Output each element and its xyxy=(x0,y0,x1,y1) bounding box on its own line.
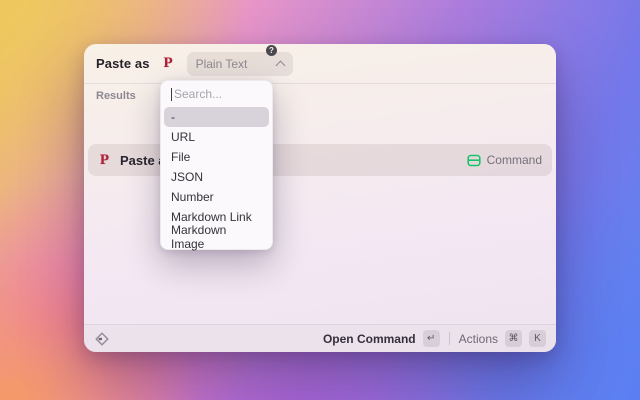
cmd-keycap: ⌘ xyxy=(505,330,522,347)
format-dropdown-value: Plain Text xyxy=(196,57,271,71)
help-badge-icon[interactable]: ? xyxy=(266,45,277,56)
accessory-label: Command xyxy=(487,153,542,167)
footer-divider xyxy=(449,332,450,345)
action-bar: Open Command ↵ Actions ⌘ K xyxy=(84,324,556,352)
open-command-button[interactable]: Open Command xyxy=(323,332,416,346)
raycast-logo-icon xyxy=(94,331,110,347)
action-bar-right: Open Command ↵ Actions ⌘ K xyxy=(323,330,546,347)
result-row-paste-as[interactable]: P Paste as Plain Text Command xyxy=(88,144,552,176)
page-title: Paste as xyxy=(96,56,150,71)
format-dropdown-popup: Search... - URL File JSON Number Markdow… xyxy=(160,80,273,250)
actions-button[interactable]: Actions xyxy=(459,332,498,346)
search-input[interactable]: Search... xyxy=(161,81,272,107)
chevron-up-icon xyxy=(275,60,285,70)
results-panel: Results P Paste as Plain Text Command Se… xyxy=(84,84,556,324)
dropdown-item-file[interactable]: File xyxy=(164,147,269,167)
dropdown-item-markdown-image[interactable]: Markdown Image xyxy=(164,227,269,247)
paste-as-icon: P xyxy=(96,152,113,169)
dropdown-item-number[interactable]: Number xyxy=(164,187,269,207)
command-type-icon xyxy=(467,154,481,167)
raycast-window: Paste as P Plain Text ? Results P Paste … xyxy=(84,44,556,352)
format-dropdown[interactable]: Plain Text xyxy=(187,52,293,76)
k-keycap: K xyxy=(529,330,546,347)
return-keycap: ↵ xyxy=(423,330,440,347)
paste-as-icon: P xyxy=(160,55,177,72)
command-header: Paste as P Plain Text ? xyxy=(84,44,556,84)
search-placeholder: Search... xyxy=(174,87,222,101)
dropdown-item-url[interactable]: URL xyxy=(164,127,269,147)
result-row-accessory: Command xyxy=(467,153,542,167)
dropdown-item-json[interactable]: JSON xyxy=(164,167,269,187)
dropdown-item-dash[interactable]: - xyxy=(164,107,269,127)
text-caret xyxy=(171,88,172,101)
